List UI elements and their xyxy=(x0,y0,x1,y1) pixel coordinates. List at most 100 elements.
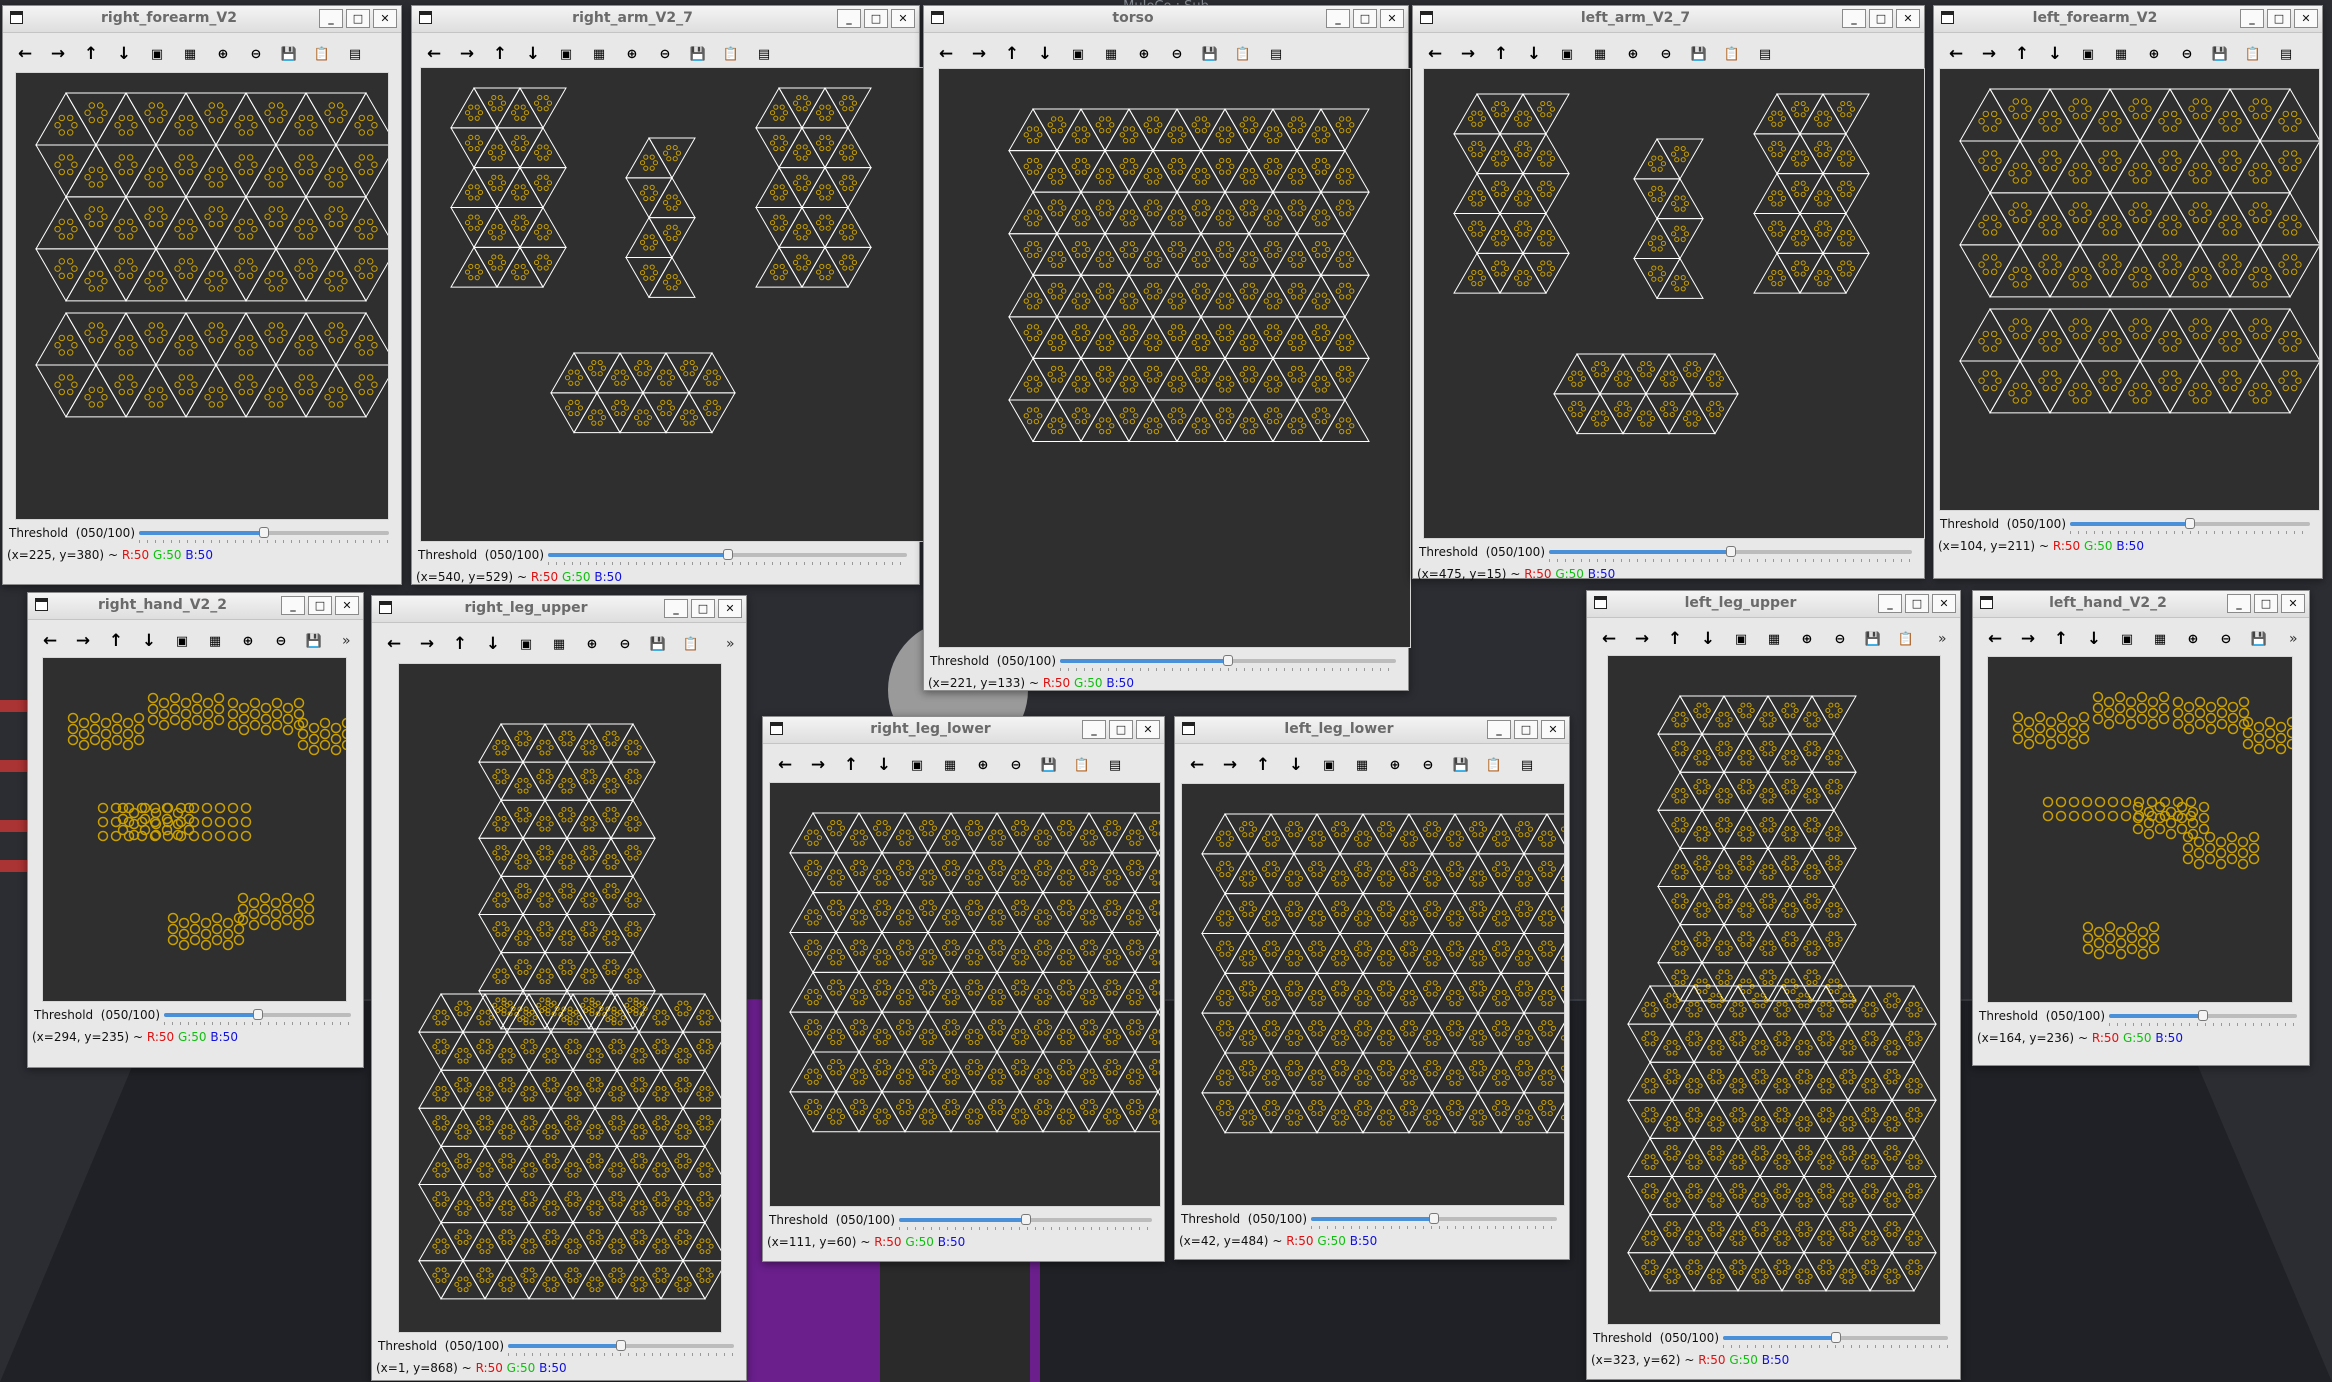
arrow-right-icon[interactable]: → xyxy=(69,627,97,655)
arrow-left-icon[interactable]: ← xyxy=(36,627,64,655)
properties-icon[interactable]: ▤ xyxy=(1513,751,1541,779)
window-menu-icon[interactable] xyxy=(1980,596,1993,609)
arrow-left-icon[interactable]: ← xyxy=(1421,40,1449,68)
minimize-button[interactable]: _ xyxy=(1487,720,1511,739)
zoom-in-icon[interactable]: ⊕ xyxy=(578,630,606,658)
arrow-up-icon[interactable]: ↑ xyxy=(446,630,474,658)
zoom-out-icon[interactable]: ⊖ xyxy=(1414,751,1442,779)
arrow-left-icon[interactable]: ← xyxy=(771,751,799,779)
taxel-image-canvas[interactable] xyxy=(1181,783,1565,1206)
image-icon[interactable]: ▣ xyxy=(2074,40,2102,68)
maximize-button[interactable]: □ xyxy=(346,9,370,28)
clipboard-icon[interactable]: 📋 xyxy=(1480,751,1508,779)
clipboard-icon[interactable]: 📋 xyxy=(677,630,705,658)
window-left-arm[interactable]: left_arm_V2_7 _ □ ✕ ← → ↑ ↓ ▣ ▦ ⊕ ⊖ 💾 📋 ▤ Threshol… xyxy=(1412,5,1925,581)
maximize-button[interactable]: □ xyxy=(1869,9,1893,28)
clipboard-icon[interactable]: 📋 xyxy=(1892,625,1920,653)
taxel-image-canvas[interactable] xyxy=(398,663,722,1333)
minimize-button[interactable]: _ xyxy=(2227,594,2251,613)
arrow-down-icon[interactable]: ↓ xyxy=(1031,40,1059,68)
close-button[interactable]: ✕ xyxy=(2294,9,2318,28)
zoom-in-icon[interactable]: ⊕ xyxy=(1619,40,1647,68)
arrow-down-icon[interactable]: ↓ xyxy=(1282,751,1310,779)
zoom-out-icon[interactable]: ⊖ xyxy=(1002,751,1030,779)
arrow-down-icon[interactable]: ↓ xyxy=(135,627,163,655)
taxel-image-canvas[interactable] xyxy=(42,657,347,1002)
minimize-button[interactable]: _ xyxy=(1878,594,1902,613)
arrow-right-icon[interactable]: → xyxy=(413,630,441,658)
save-image-icon[interactable]: ▦ xyxy=(936,751,964,779)
taxel-image-canvas[interactable] xyxy=(938,68,1411,648)
window-right-forearm[interactable]: right_forearm_V2 _ □ ✕ ← → ↑ ↓ ▣ ▦ ⊕ ⊖ 💾 📋 ▤ Thres… xyxy=(2,5,402,585)
title-bar[interactable]: left_hand_V2_2 _ □ ✕ xyxy=(1973,591,2309,618)
arrow-up-icon[interactable]: ↑ xyxy=(2008,40,2036,68)
arrow-down-icon[interactable]: ↓ xyxy=(110,40,138,68)
save-image-icon[interactable]: ▦ xyxy=(1760,625,1788,653)
more-tools-chevron-icon[interactable]: » xyxy=(2289,631,2298,647)
save-image-icon[interactable]: ▦ xyxy=(201,627,229,655)
properties-icon[interactable]: ▤ xyxy=(1751,40,1779,68)
arrow-up-icon[interactable]: ↑ xyxy=(1661,625,1689,653)
taxel-image-canvas[interactable] xyxy=(420,67,924,542)
image-icon[interactable]: ▣ xyxy=(168,627,196,655)
window-menu-icon[interactable] xyxy=(1182,722,1195,735)
save-icon[interactable]: 💾 xyxy=(2206,40,2234,68)
title-bar[interactable]: right_hand_V2_2 _ □ ✕ xyxy=(28,593,363,620)
close-button[interactable]: ✕ xyxy=(891,9,915,28)
slider-handle[interactable] xyxy=(1725,546,1736,557)
slider-handle[interactable] xyxy=(1429,1213,1439,1224)
close-button[interactable]: ✕ xyxy=(1541,720,1565,739)
close-button[interactable]: ✕ xyxy=(373,9,397,28)
window-menu-icon[interactable] xyxy=(770,722,783,735)
threshold-slider[interactable] xyxy=(899,1214,1152,1230)
arrow-up-icon[interactable]: ↑ xyxy=(77,40,105,68)
arrow-right-icon[interactable]: → xyxy=(1454,40,1482,68)
minimize-button[interactable]: _ xyxy=(1842,9,1866,28)
window-torso[interactable]: torso _ □ ✕ ← → ↑ ↓ ▣ ▦ ⊕ ⊖ 💾 📋 ▤ Threshold (050/1… xyxy=(923,5,1411,691)
title-bar[interactable]: left_forearm_V2 _ □ ✕ xyxy=(1934,6,2322,33)
image-icon[interactable]: ▣ xyxy=(2113,625,2141,653)
maximize-button[interactable]: □ xyxy=(2267,9,2291,28)
close-button[interactable]: ✕ xyxy=(718,599,742,618)
save-icon[interactable]: 💾 xyxy=(1035,751,1063,779)
image-icon[interactable]: ▣ xyxy=(143,40,171,68)
title-bar[interactable]: left_leg_upper _ □ ✕ xyxy=(1587,591,1960,618)
arrow-up-icon[interactable]: ↑ xyxy=(486,40,514,68)
maximize-button[interactable]: □ xyxy=(2254,594,2278,613)
window-left-leg-upper[interactable]: left_leg_upper _ □ ✕ ← → ↑ ↓ ▣ ▦ ⊕ ⊖ 💾 📋 » Thresho… xyxy=(1586,590,1961,1380)
zoom-out-icon[interactable]: ⊖ xyxy=(267,627,295,655)
threshold-slider[interactable] xyxy=(139,527,389,543)
window-menu-icon[interactable] xyxy=(1420,11,1433,24)
window-menu-icon[interactable] xyxy=(1941,11,1954,24)
arrow-left-icon[interactable]: ← xyxy=(1595,625,1623,653)
taxel-image-canvas[interactable] xyxy=(1987,656,2293,1003)
zoom-out-icon[interactable]: ⊖ xyxy=(651,40,679,68)
zoom-in-icon[interactable]: ⊕ xyxy=(969,751,997,779)
image-icon[interactable]: ▣ xyxy=(512,630,540,658)
threshold-slider[interactable] xyxy=(2109,1010,2297,1026)
more-tools-chevron-icon[interactable]: » xyxy=(1938,631,1947,647)
arrow-right-icon[interactable]: → xyxy=(44,40,72,68)
more-tools-chevron-icon[interactable]: » xyxy=(726,636,735,652)
save-image-icon[interactable]: ▦ xyxy=(1097,40,1125,68)
maximize-button[interactable]: □ xyxy=(308,596,332,615)
maximize-button[interactable]: □ xyxy=(1109,720,1133,739)
taxel-image-canvas[interactable] xyxy=(1423,68,1925,539)
zoom-out-icon[interactable]: ⊖ xyxy=(2212,625,2240,653)
zoom-in-icon[interactable]: ⊕ xyxy=(2140,40,2168,68)
save-icon[interactable]: 💾 xyxy=(1685,40,1713,68)
arrow-up-icon[interactable]: ↑ xyxy=(2047,625,2075,653)
threshold-slider[interactable] xyxy=(1723,1332,1948,1348)
title-bar[interactable]: torso _ □ ✕ xyxy=(924,6,1408,33)
window-menu-icon[interactable] xyxy=(379,601,392,614)
zoom-out-icon[interactable]: ⊖ xyxy=(2173,40,2201,68)
image-icon[interactable]: ▣ xyxy=(1727,625,1755,653)
close-button[interactable]: ✕ xyxy=(2281,594,2305,613)
zoom-in-icon[interactable]: ⊕ xyxy=(234,627,262,655)
arrow-down-icon[interactable]: ↓ xyxy=(1520,40,1548,68)
close-button[interactable]: ✕ xyxy=(335,596,359,615)
image-icon[interactable]: ▣ xyxy=(552,40,580,68)
arrow-right-icon[interactable]: → xyxy=(453,40,481,68)
taxel-image-canvas[interactable] xyxy=(1939,68,2320,511)
more-tools-chevron-icon[interactable]: » xyxy=(342,633,351,649)
